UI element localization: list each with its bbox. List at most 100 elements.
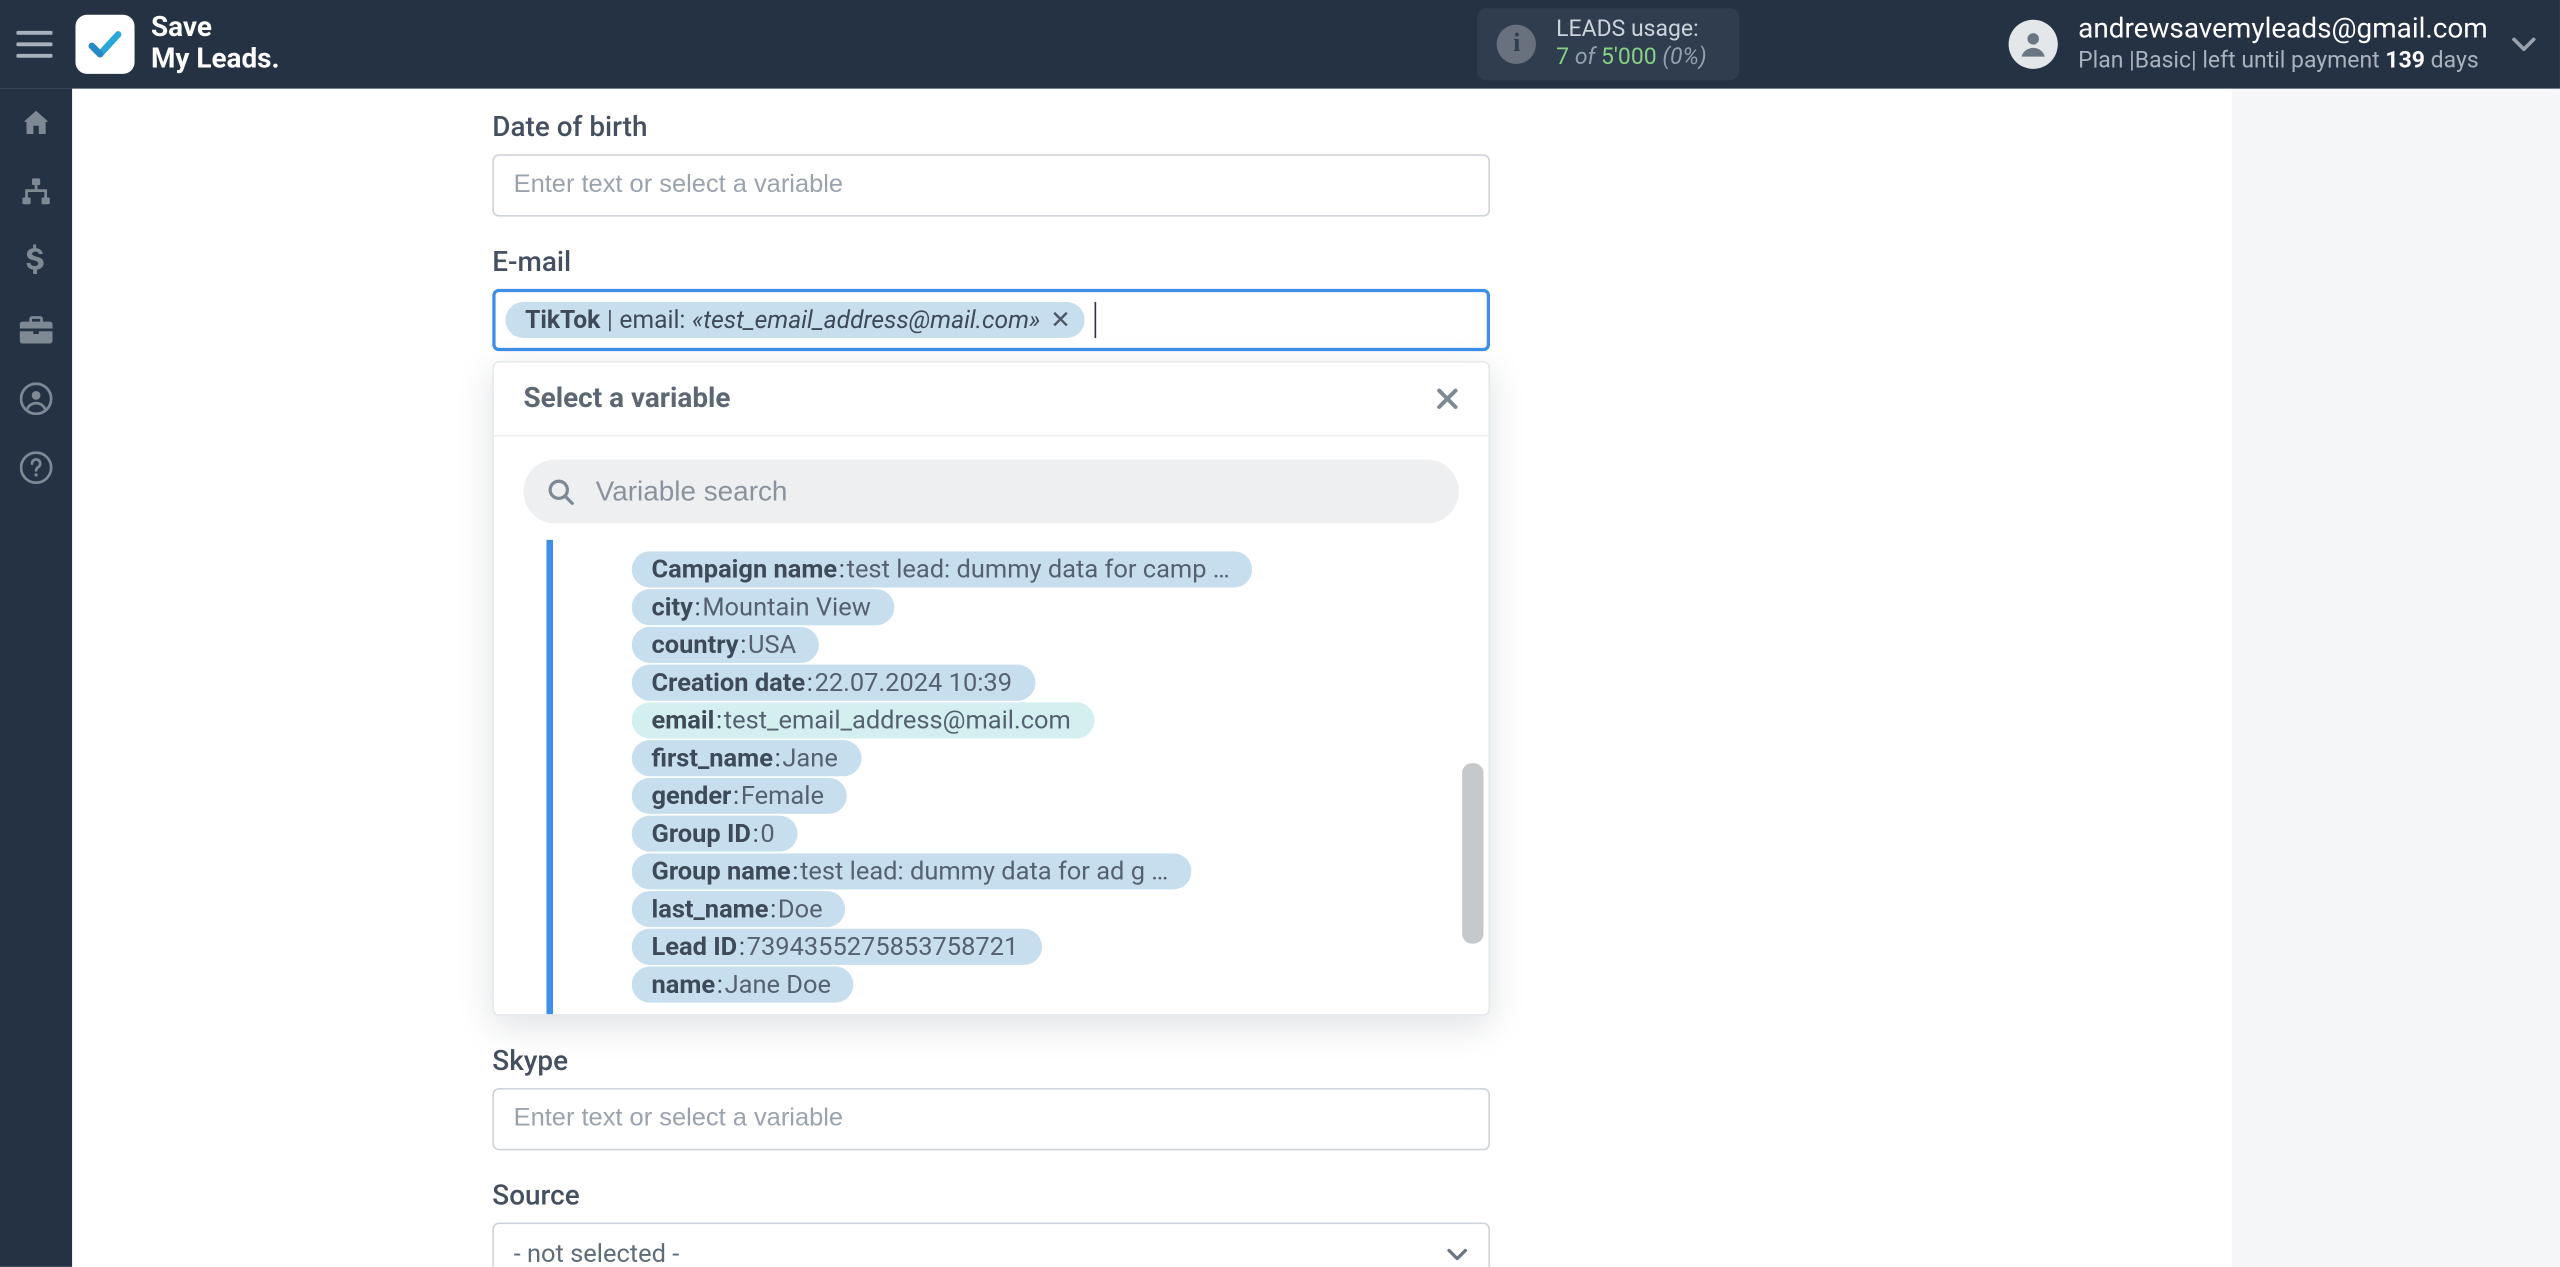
account-block[interactable]: andrewsavemyleads@gmail.com Plan |Basic|… — [2009, 0, 2488, 89]
sidebar-item-briefcase[interactable] — [0, 295, 72, 364]
chevron-down-icon — [1446, 1246, 1469, 1261]
email-variable-chip[interactable]: TikTok | email: «test_email_address@mail… — [505, 302, 1084, 338]
variable-value: test lead: dummy data for ad g … — [800, 857, 1168, 887]
sidebar-item-profile[interactable] — [0, 364, 72, 433]
topbar: Save My Leads. i LEADS usage: 7 of 5'000… — [0, 0, 2560, 89]
variable-option[interactable]: Creation date: 22.07.2024 10:39 — [632, 665, 1462, 701]
variable-pill[interactable]: Campaign name: test lead: dummy data for… — [632, 551, 1253, 587]
shell: Date of birth E-mail TikTok | email: «te… — [0, 89, 2560, 1267]
email-label: E-mail — [492, 246, 1985, 279]
usage-panel[interactable]: i LEADS usage: 7 of 5'000 (0%) — [1477, 8, 1739, 80]
variable-pill[interactable]: Group name: test lead: dummy data for ad… — [632, 853, 1192, 889]
usage-of: of — [1575, 44, 1595, 70]
source-select[interactable]: - not selected - — [492, 1223, 1490, 1267]
account-email: andrewsavemyleads@gmail.com — [2078, 13, 2488, 48]
variable-option[interactable]: Lead ID: 7394355275853758721 — [632, 929, 1462, 965]
variable-colon: : — [775, 743, 781, 773]
variable-name: first_name — [651, 743, 772, 773]
variable-colon: : — [839, 555, 845, 585]
account-plan: Plan |Basic| left until payment 139 days — [2078, 47, 2488, 76]
variable-pill[interactable]: first_name: Jane — [632, 740, 861, 776]
text-cursor — [1094, 302, 1096, 338]
variable-value: 22.07.2024 10:39 — [815, 668, 1012, 698]
variable-name: country — [651, 630, 738, 660]
plan-name: Basic — [2135, 47, 2191, 73]
variable-name: Lead ID — [651, 932, 737, 962]
variable-name: city — [651, 592, 692, 622]
skype-label: Skype — [492, 1045, 1985, 1078]
plan-prefix: Plan | — [2078, 47, 2135, 73]
variable-colon: : — [717, 970, 723, 1000]
variable-value: test_email_address@mail.com — [724, 706, 1071, 736]
form-column: Date of birth E-mail TikTok | email: «te… — [492, 89, 1985, 1267]
dropdown-close-button[interactable] — [1436, 387, 1459, 410]
variable-colon: : — [740, 630, 746, 660]
variable-option[interactable]: last_name: Doe — [632, 891, 1462, 927]
variable-option[interactable]: Campaign name: test lead: dummy data for… — [632, 551, 1462, 587]
avatar — [2009, 20, 2058, 69]
variable-list[interactable]: Campaign name: test lead: dummy data for… — [546, 540, 1488, 1014]
variable-option[interactable]: gender: Female — [632, 778, 1462, 814]
variable-pill[interactable]: city: Mountain View — [632, 589, 894, 625]
variable-option[interactable]: first_name: Jane — [632, 740, 1462, 776]
brand-line1: Save — [151, 12, 212, 45]
variable-name: Creation date — [651, 668, 805, 698]
usage-total: 5'000 — [1601, 44, 1657, 70]
variable-colon: : — [770, 894, 776, 924]
variable-option[interactable]: name: Jane Doe — [632, 967, 1462, 1003]
variable-name: gender — [651, 781, 731, 811]
variable-name: Group name — [651, 857, 790, 887]
chip-sep: | — [607, 305, 613, 335]
variable-pill[interactable]: gender: Female — [632, 778, 847, 814]
variable-colon: : — [792, 857, 798, 887]
variable-dropdown: Select a variable — [492, 361, 1490, 1016]
source-selected-value: - not selected - — [514, 1239, 680, 1267]
scrollbar-thumb[interactable] — [1462, 763, 1483, 944]
main-content: Date of birth E-mail TikTok | email: «te… — [72, 89, 2232, 1267]
variable-value: Female — [741, 781, 824, 811]
variable-option[interactable]: country: USA — [632, 627, 1462, 663]
source-label: Source — [492, 1180, 1985, 1213]
variable-pill[interactable]: last_name: Doe — [632, 891, 846, 927]
account-expand-button[interactable] — [2511, 0, 2537, 89]
chip-value: «test_email_address@mail.com» — [692, 305, 1040, 335]
variable-option[interactable]: Group ID: 0 — [632, 816, 1462, 852]
variable-value: test lead: dummy data for camp … — [847, 555, 1230, 585]
variable-option[interactable]: city: Mountain View — [632, 589, 1462, 625]
sidebar-item-billing[interactable] — [0, 226, 72, 295]
variable-colon: : — [739, 932, 745, 962]
variable-name: Campaign name — [651, 555, 837, 585]
variable-option[interactable]: email: test_email_address@mail.com — [632, 702, 1462, 738]
variable-pill[interactable]: country: USA — [632, 627, 819, 663]
chip-field: email: — [619, 305, 685, 335]
dob-label: Date of birth — [492, 112, 1985, 145]
sidebar-item-help[interactable] — [0, 433, 72, 502]
brand-name: Save My Leads. — [151, 14, 280, 75]
usage-label: LEADS usage: — [1556, 17, 1706, 45]
variable-pill[interactable]: Creation date: 22.07.2024 10:39 — [632, 665, 1035, 701]
variable-pill[interactable]: Group ID: 0 — [632, 816, 798, 852]
plan-days: 139 — [2385, 47, 2425, 73]
variable-name: email — [651, 706, 714, 736]
chip-source: TikTok — [525, 305, 600, 335]
sidebar — [0, 89, 72, 1267]
skype-input[interactable] — [492, 1088, 1490, 1150]
sidebar-item-connections[interactable] — [0, 158, 72, 227]
menu-toggle-button[interactable] — [10, 20, 59, 69]
variable-pill[interactable]: Lead ID: 7394355275853758721 — [632, 929, 1041, 965]
dob-input[interactable] — [492, 154, 1490, 216]
variable-colon: : — [753, 819, 759, 849]
variable-pill[interactable]: name: Jane Doe — [632, 967, 854, 1003]
variable-option[interactable]: Group name: test lead: dummy data for ad… — [632, 853, 1462, 889]
variable-value: Jane — [782, 743, 837, 773]
brand-logo — [75, 15, 134, 74]
chip-remove-icon[interactable]: ✕ — [1050, 305, 1071, 335]
variable-search-input[interactable] — [523, 459, 1458, 523]
variable-pill[interactable]: email: test_email_address@mail.com — [632, 702, 1094, 738]
sidebar-item-home[interactable] — [0, 89, 72, 158]
email-input[interactable]: TikTok | email: «test_email_address@mail… — [492, 289, 1490, 351]
usage-text: LEADS usage: 7 of 5'000 (0%) — [1556, 17, 1706, 72]
info-icon: i — [1497, 25, 1536, 64]
variable-name: Group ID — [651, 819, 750, 849]
variable-value: 0 — [760, 819, 774, 849]
